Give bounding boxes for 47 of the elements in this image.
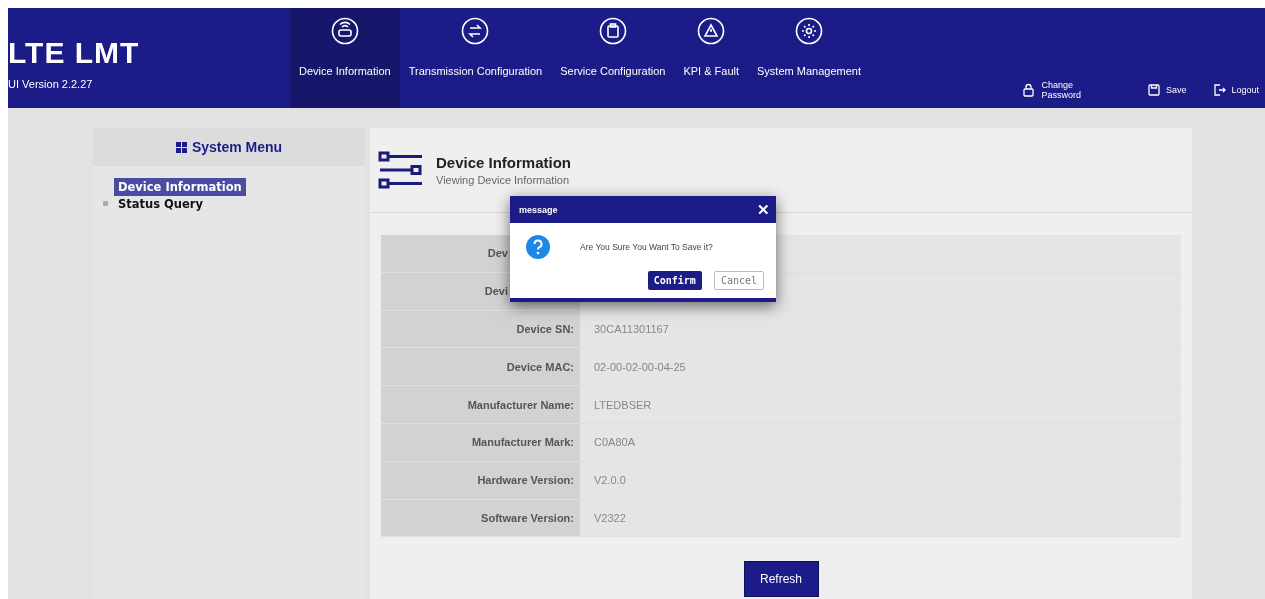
- field-label: Device SN:: [516, 323, 574, 335]
- field-value: V2322: [594, 511, 626, 524]
- confirm-button[interactable]: Confirm: [647, 271, 702, 290]
- clipboard-icon: [598, 17, 627, 45]
- save-icon: [1146, 83, 1161, 97]
- nav-tab[interactable]: Transmission Configuration: [399, 8, 552, 108]
- field-value: 02-00-02-00-04-25: [594, 360, 686, 373]
- gear-icon: [795, 17, 823, 45]
- nav-tab[interactable]: System Management: [748, 8, 870, 108]
- nav-tab[interactable]: KPI & Fault: [674, 8, 748, 108]
- arrows-icon: [461, 17, 490, 45]
- field-label: Device MAC:: [506, 360, 574, 373]
- field-value: LTEDBSER: [594, 398, 652, 411]
- field-value: V2.0.0: [594, 474, 626, 487]
- field-label: Dev: [487, 247, 508, 260]
- header-action-button[interactable]: Change Password: [1022, 80, 1081, 100]
- dialog-title: message: [519, 204, 558, 215]
- header-action-button[interactable]: Save: [1146, 83, 1187, 97]
- nav-tab[interactable]: Service Configuration: [551, 8, 675, 108]
- sliders-icon: [378, 151, 424, 189]
- app-title: LTE LMT: [8, 36, 141, 70]
- header-action-button[interactable]: Logout: [1212, 83, 1259, 97]
- grid-icon: [175, 141, 187, 153]
- version-label: UI Version 2.2.27: [8, 78, 94, 90]
- cancel-button[interactable]: Cancel: [713, 271, 764, 290]
- field-label: Hardware Version:: [477, 474, 574, 487]
- question-icon: [526, 235, 550, 259]
- refresh-button[interactable]: Refresh: [743, 561, 819, 598]
- logout-icon: [1212, 83, 1227, 97]
- field-label: Devi: [484, 285, 508, 298]
- page-subtitle: Viewing Device Information: [436, 174, 571, 186]
- warning-icon: [697, 17, 726, 45]
- field-value: C0A80A: [594, 436, 635, 449]
- sidebar-item[interactable]: Status Query: [114, 194, 207, 213]
- field-label: Manufacturer Name:: [467, 398, 574, 411]
- expander-icon[interactable]: [103, 201, 108, 206]
- sidebar-item[interactable]: Device Information: [114, 177, 246, 196]
- close-button[interactable]: ✕: [757, 200, 770, 219]
- dialog-message: Are You Sure You Want To Save it?: [580, 242, 713, 252]
- sidebar-title: System Menu: [191, 139, 283, 155]
- field-label: Software Version:: [481, 511, 574, 524]
- page-title: Device Information: [436, 154, 572, 171]
- field-value: 30CA11301167: [594, 323, 669, 335]
- router-icon: [330, 17, 359, 45]
- lock-icon: [1022, 83, 1037, 97]
- nav-tab[interactable]: Device Information: [290, 8, 400, 108]
- field-label: Manufacturer Mark:: [471, 436, 574, 449]
